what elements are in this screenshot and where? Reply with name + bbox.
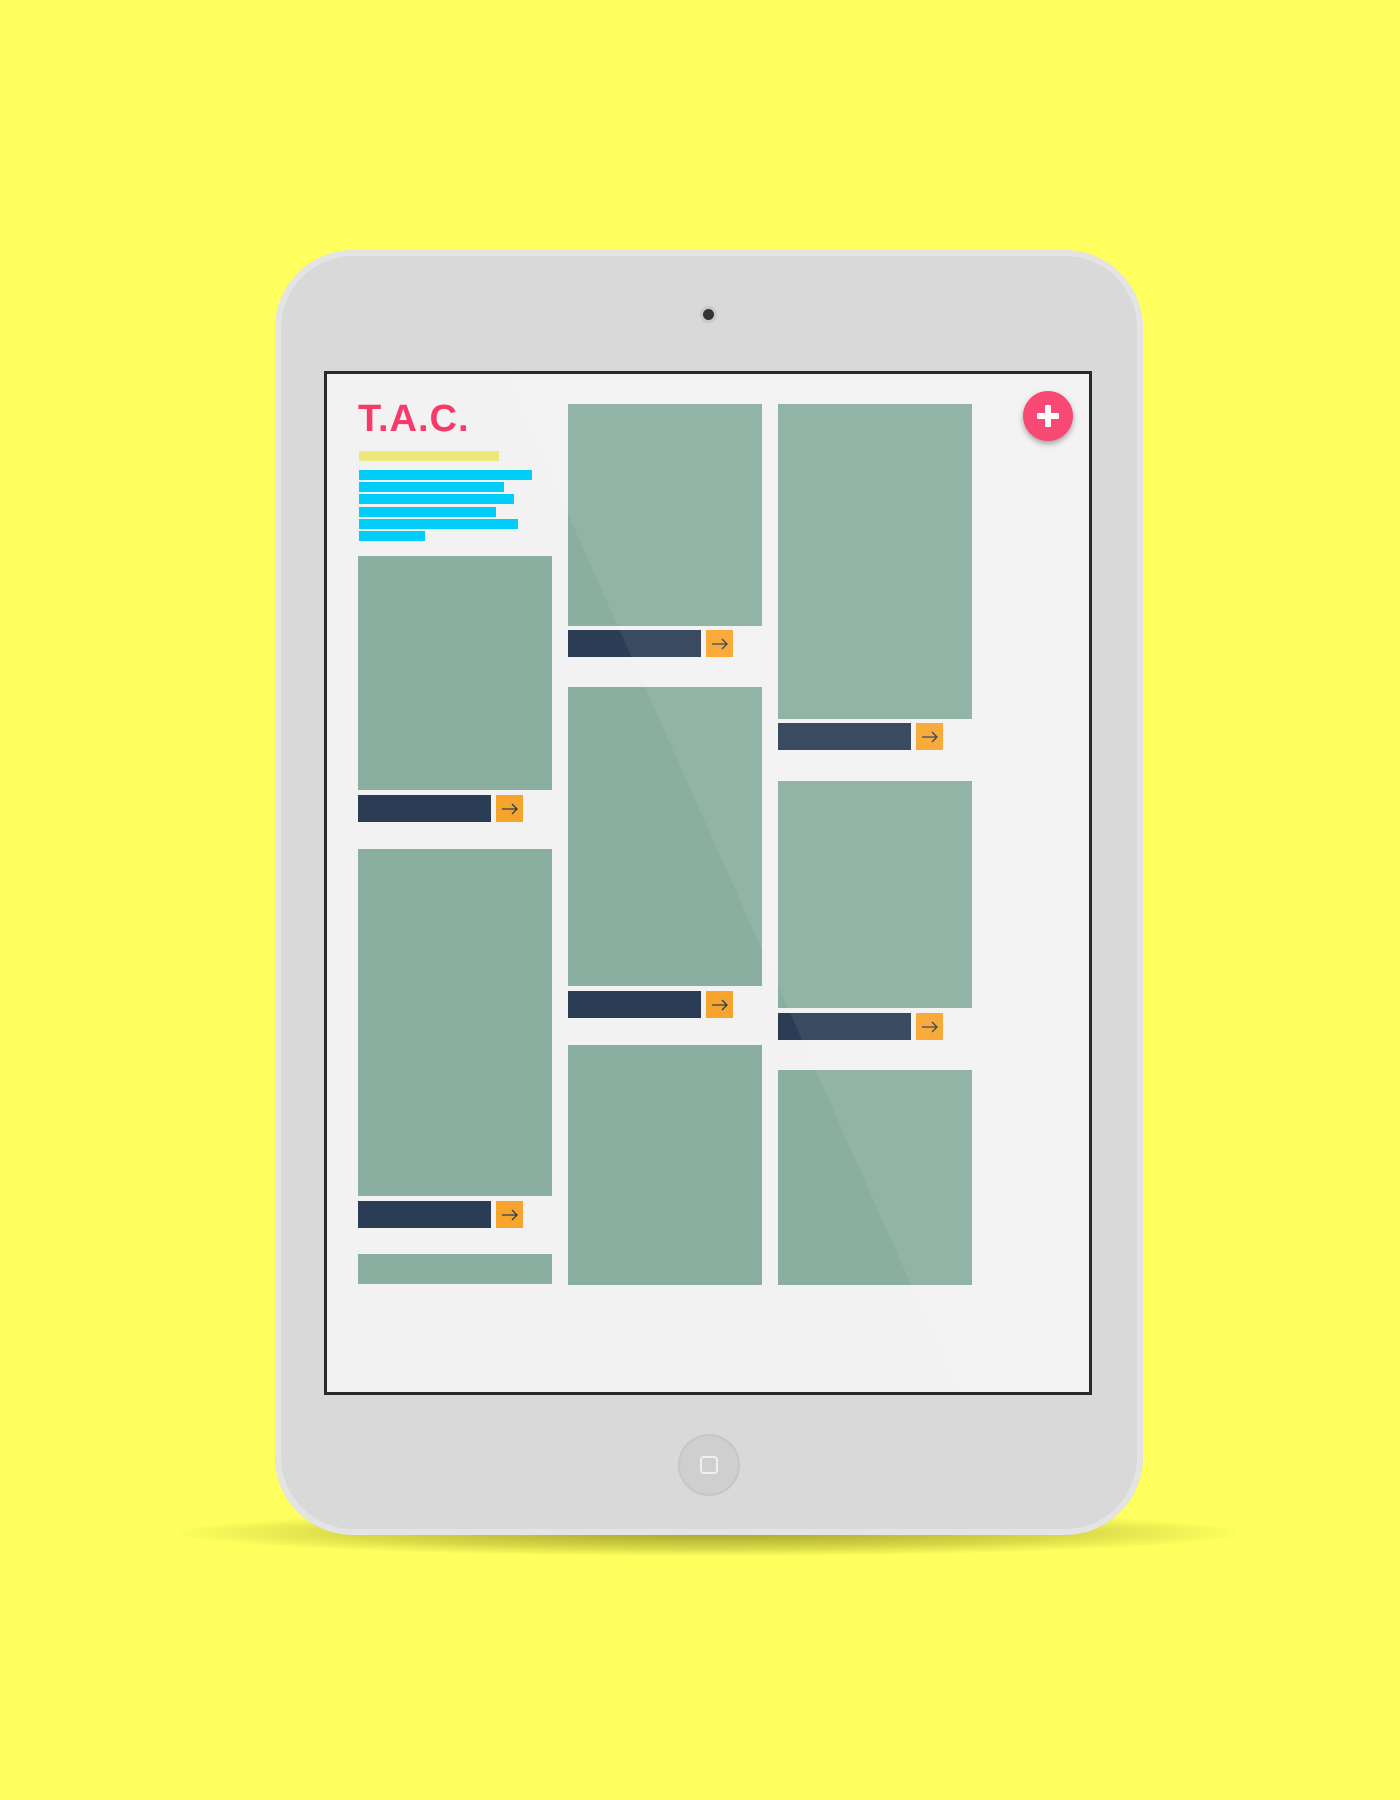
card-caption-bar [778,1013,911,1040]
card-image[interactable] [358,849,552,1196]
arrow-right-icon [501,1209,518,1220]
home-button[interactable] [678,1434,740,1496]
card-image[interactable] [568,404,762,626]
arrow-right-icon [921,1021,938,1032]
home-button-icon [700,1456,718,1474]
arrow-right-icon [501,803,518,814]
card-image[interactable] [778,1070,972,1285]
card-caption-bar [358,1201,491,1228]
card-image[interactable] [778,781,972,1008]
card-arrow-button[interactable] [706,991,733,1018]
card-caption-bar [568,630,701,657]
card-arrow-button[interactable] [916,723,943,750]
text-placeholder-line [359,482,504,492]
card-arrow-button[interactable] [496,1201,523,1228]
card-caption-bar [358,795,491,822]
card-image[interactable] [778,404,972,719]
card-arrow-button[interactable] [496,795,523,822]
text-placeholder-line [359,519,518,529]
text-placeholder-line [359,470,532,480]
app-logo: T.A.C. [358,398,470,440]
text-placeholder-line [359,494,514,504]
plus-icon [1037,405,1059,427]
arrow-right-icon [711,638,728,649]
tablet-frame: T.A.C. [275,250,1143,1535]
text-placeholder-line [359,507,496,517]
card-caption-bar [568,991,701,1018]
text-placeholder-line [359,531,425,541]
card-image[interactable] [358,1254,552,1284]
card-arrow-button[interactable] [706,630,733,657]
card-image[interactable] [568,1045,762,1285]
card-arrow-button[interactable] [916,1013,943,1040]
add-button[interactable] [1023,391,1073,441]
card-image[interactable] [358,556,552,790]
app-screen: T.A.C. [327,374,1089,1392]
card-caption-bar [778,723,911,750]
arrow-right-icon [921,731,938,742]
subtitle-placeholder-bar [359,451,499,461]
tablet-screen: T.A.C. [324,371,1092,1395]
card-image[interactable] [568,687,762,986]
arrow-right-icon [711,999,728,1010]
camera-icon [703,309,714,320]
